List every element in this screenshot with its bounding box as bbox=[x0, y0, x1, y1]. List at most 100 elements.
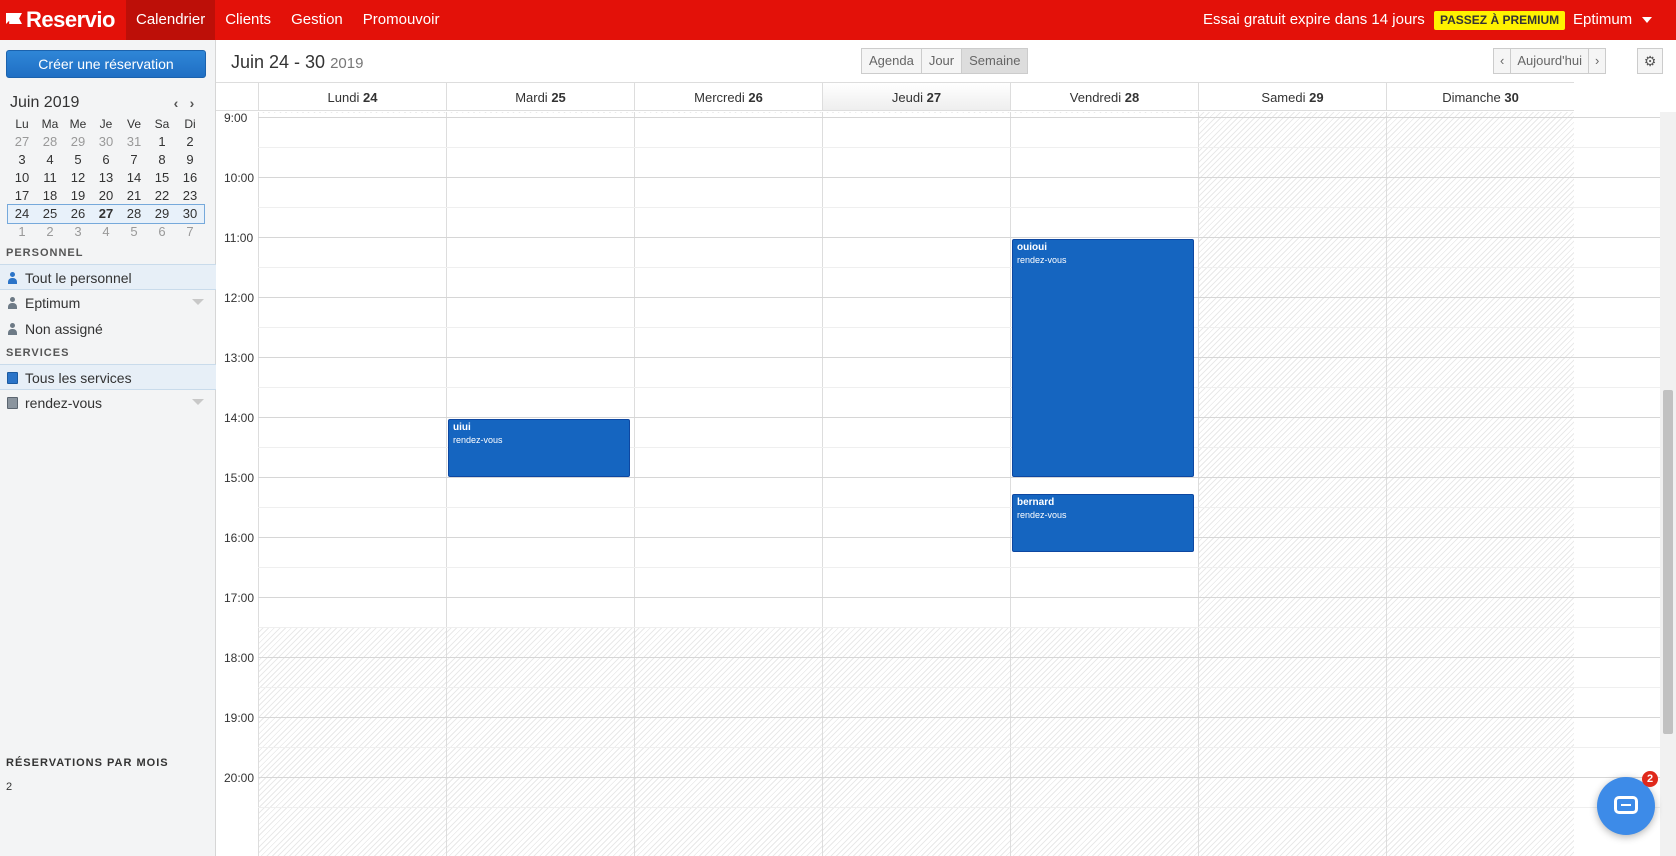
mini-calendar-day[interactable]: 14 bbox=[120, 169, 148, 187]
mini-calendar-day[interactable]: 4 bbox=[92, 223, 120, 241]
mini-calendar-day[interactable]: 1 bbox=[8, 223, 36, 241]
prev-week-button[interactable]: ‹ bbox=[1493, 48, 1512, 74]
booking-event[interactable]: bernard rendez-vous bbox=[1012, 494, 1194, 552]
mini-calendar-day[interactable]: 30 bbox=[176, 205, 204, 223]
create-reservation-button[interactable]: Créer une réservation bbox=[6, 50, 206, 78]
nav-clients[interactable]: Clients bbox=[215, 0, 281, 40]
mini-calendar-day[interactable]: 5 bbox=[64, 151, 92, 169]
mini-calendar-day[interactable]: 13 bbox=[92, 169, 120, 187]
time-label: 11:00 bbox=[224, 231, 254, 245]
view-semaine-button[interactable]: Semaine bbox=[961, 48, 1029, 74]
day-column[interactable] bbox=[1198, 112, 1386, 856]
mini-calendar-week[interactable]: 17 18 19 20 21 22 23 bbox=[8, 187, 204, 205]
day-column[interactable] bbox=[446, 112, 634, 856]
settings-button[interactable]: ⚙ bbox=[1637, 48, 1663, 74]
mini-calendar-day[interactable]: 10 bbox=[8, 169, 36, 187]
chevron-down-icon[interactable] bbox=[192, 299, 204, 305]
chevron-left-icon[interactable]: ‹ bbox=[170, 96, 182, 110]
booking-client-name: uiui bbox=[453, 422, 471, 433]
booking-event[interactable]: ouioui rendez-vous bbox=[1012, 239, 1194, 477]
mini-calendar-day[interactable]: 28 bbox=[36, 133, 64, 151]
next-week-button[interactable]: › bbox=[1587, 48, 1607, 74]
day-header[interactable]: Samedi 29 bbox=[1198, 82, 1386, 111]
day-column[interactable] bbox=[1386, 112, 1574, 856]
mini-calendar-week[interactable]: 27 28 29 30 31 1 2 bbox=[8, 133, 204, 151]
day-header[interactable]: Vendredi 28 bbox=[1010, 82, 1198, 111]
service-item-all[interactable]: Tous les services bbox=[0, 364, 216, 390]
mini-calendar-day[interactable]: 15 bbox=[148, 169, 176, 187]
mini-calendar-day[interactable]: 8 bbox=[148, 151, 176, 169]
view-agenda-button[interactable]: Agenda bbox=[861, 48, 922, 74]
mini-calendar-day[interactable]: 29 bbox=[64, 133, 92, 151]
day-header-number: 29 bbox=[1309, 90, 1324, 105]
mini-calendar-day[interactable]: 1 bbox=[148, 133, 176, 151]
day-column[interactable] bbox=[822, 112, 1010, 856]
day-column[interactable] bbox=[634, 112, 822, 856]
mini-calendar-day[interactable]: 31 bbox=[120, 133, 148, 151]
mini-calendar-day[interactable]: 26 bbox=[64, 205, 92, 223]
staff-item-eptimum[interactable]: Eptimum bbox=[0, 290, 216, 316]
mini-calendar-day[interactable]: 11 bbox=[36, 169, 64, 187]
mini-calendar-day[interactable]: 22 bbox=[148, 187, 176, 205]
mini-calendar-day[interactable]: 24 bbox=[8, 205, 36, 223]
mini-calendar-day[interactable]: 16 bbox=[176, 169, 204, 187]
mini-calendar-day[interactable]: 30 bbox=[92, 133, 120, 151]
nav-calendrier[interactable]: Calendrier bbox=[126, 0, 216, 40]
mini-calendar-day[interactable]: 3 bbox=[8, 151, 36, 169]
mini-calendar-day[interactable]: 2 bbox=[36, 223, 64, 241]
mini-calendar-day[interactable]: 23 bbox=[176, 187, 204, 205]
mini-calendar-day[interactable]: 25 bbox=[36, 205, 64, 223]
day-header[interactable]: Lundi 24 bbox=[258, 82, 446, 111]
day-header[interactable]: Mercredi 26 bbox=[634, 82, 822, 111]
mini-calendar-day[interactable]: 2 bbox=[176, 133, 204, 151]
mini-calendar-day[interactable]: 6 bbox=[148, 223, 176, 241]
calendar-body[interactable]: 9:00 10:00 11:00 12:00 13:00 14:00 15:00 16:00 1… bbox=[216, 112, 1660, 856]
mini-calendar-day[interactable]: 3 bbox=[64, 223, 92, 241]
today-button[interactable]: Aujourd'hui bbox=[1510, 48, 1589, 74]
closed-hours-block bbox=[259, 112, 446, 113]
mini-calendar-week-selected[interactable]: 24 25 26 27 28 29 30 bbox=[7, 204, 205, 224]
mini-calendar-day[interactable]: 28 bbox=[120, 205, 148, 223]
view-jour-button[interactable]: Jour bbox=[920, 48, 963, 74]
chat-widget-button[interactable]: 2 bbox=[1597, 771, 1658, 835]
mini-calendar-day[interactable]: 21 bbox=[120, 187, 148, 205]
nav-gestion[interactable]: Gestion bbox=[281, 0, 353, 40]
chevron-left-icon: ‹ bbox=[1500, 53, 1505, 68]
mini-calendar-day[interactable]: 19 bbox=[64, 187, 92, 205]
service-item-rendez-vous[interactable]: rendez-vous bbox=[0, 390, 216, 416]
user-menu[interactable]: Eptimum bbox=[1573, 0, 1653, 40]
chevron-down-icon[interactable] bbox=[192, 399, 204, 405]
staff-item-label: Tout le personnel bbox=[25, 270, 132, 286]
day-header[interactable]: Mardi 25 bbox=[446, 82, 634, 111]
scrollbar-thumb[interactable] bbox=[1663, 390, 1673, 734]
mini-calendar-day[interactable]: 5 bbox=[120, 223, 148, 241]
day-header[interactable]: Jeudi 27 bbox=[822, 82, 1010, 111]
mini-calendar-day[interactable]: 7 bbox=[120, 151, 148, 169]
day-header[interactable]: Dimanche 30 bbox=[1386, 82, 1574, 111]
mini-calendar-day[interactable]: 27 bbox=[92, 205, 120, 223]
mini-calendar-day[interactable]: 27 bbox=[8, 133, 36, 151]
staff-item-unassigned[interactable]: Non assigné bbox=[0, 316, 216, 342]
mini-calendar-day[interactable]: 4 bbox=[36, 151, 64, 169]
mini-calendar-day[interactable]: 7 bbox=[176, 223, 204, 241]
reservio-logo[interactable]: Reservio bbox=[6, 6, 115, 34]
booking-event[interactable]: uiui rendez-vous bbox=[448, 419, 630, 477]
mini-calendar-day[interactable]: 17 bbox=[8, 187, 36, 205]
mini-calendar-day[interactable]: 6 bbox=[92, 151, 120, 169]
user-name: Eptimum bbox=[1573, 11, 1633, 28]
calendar-scrollbar[interactable] bbox=[1660, 112, 1676, 856]
mini-calendar-day[interactable]: 29 bbox=[148, 205, 176, 223]
mini-calendar-day[interactable]: 20 bbox=[92, 187, 120, 205]
mini-calendar-day[interactable]: 18 bbox=[36, 187, 64, 205]
mini-calendar-week[interactable]: 1234567 bbox=[8, 223, 204, 241]
premium-button[interactable]: PASSEZ À PREMIUM bbox=[1434, 11, 1566, 30]
mini-calendar-week[interactable]: 3456789 bbox=[8, 151, 204, 169]
nav-promouvoir[interactable]: Promouvoir bbox=[353, 0, 450, 40]
day-column[interactable] bbox=[1010, 112, 1198, 856]
mini-calendar-day[interactable]: 12 bbox=[64, 169, 92, 187]
staff-item-all[interactable]: Tout le personnel bbox=[0, 264, 216, 290]
mini-calendar-day[interactable]: 9 bbox=[176, 151, 204, 169]
day-column[interactable] bbox=[258, 112, 446, 856]
chevron-right-icon[interactable]: › bbox=[186, 96, 198, 110]
mini-calendar-week[interactable]: 10 11 12 13 14 15 16 bbox=[8, 169, 204, 187]
